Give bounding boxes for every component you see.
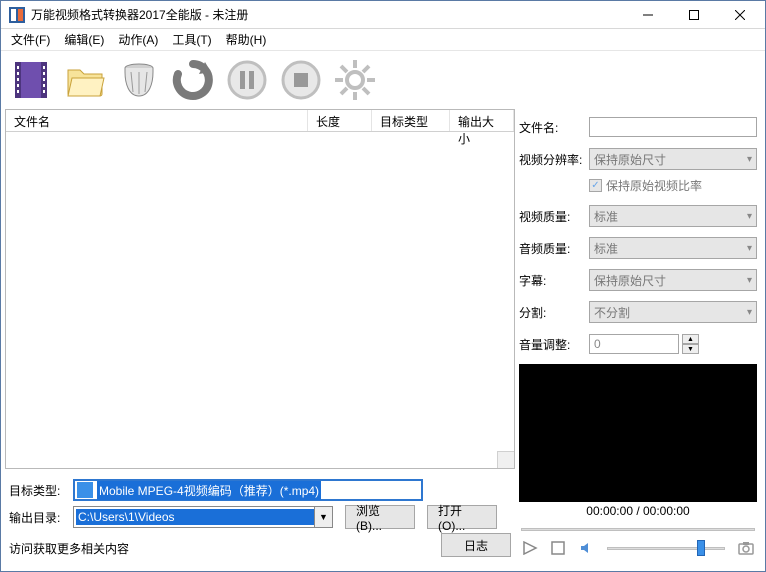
chevron-down-icon[interactable]: ▼ <box>314 507 332 527</box>
window-title: 万能视频格式转换器2017全能版 - 未注册 <box>31 6 625 23</box>
menu-action[interactable]: 动作(A) <box>112 29 164 50</box>
menu-edit[interactable]: 编辑(E) <box>58 29 110 50</box>
title-bar: 万能视频格式转换器2017全能版 - 未注册 <box>1 1 765 29</box>
file-list-panel: 文件名 长度 目标类型 输出大小 <box>5 109 515 469</box>
close-button[interactable] <box>717 1 763 29</box>
chevron-down-icon: ▾ <box>747 211 752 222</box>
chevron-down-icon: ▾ <box>747 275 752 286</box>
aquality-select[interactable]: 标准▾ <box>589 237 757 259</box>
volume-spin-down[interactable]: ▼ <box>682 344 699 354</box>
vquality-select[interactable]: 标准▾ <box>589 205 757 227</box>
resolution-select[interactable]: 保持原始尺寸▾ <box>589 148 757 170</box>
target-type-select[interactable]: Mobile MPEG-4视频编码（推荐）(*.mp4) <box>73 479 423 501</box>
play-icon[interactable] <box>519 538 541 558</box>
delete-button[interactable] <box>115 56 163 104</box>
add-file-button[interactable] <box>7 56 55 104</box>
speaker-icon[interactable] <box>575 538 597 558</box>
scrollbar-corner <box>497 451 514 468</box>
preview-screen <box>519 364 757 502</box>
filename-label: 文件名: <box>519 119 589 136</box>
keep-aspect-checkbox[interactable]: ✓ <box>589 179 602 192</box>
open-button[interactable]: 打开(O)... <box>427 505 497 529</box>
volume-label: 音量调整: <box>519 336 589 353</box>
subtitle-select[interactable]: 保持原始尺寸▾ <box>589 269 757 291</box>
toolbar <box>1 51 765 109</box>
minimize-button[interactable] <box>625 1 671 29</box>
menu-bar: 文件(F) 编辑(E) 动作(A) 工具(T) 帮助(H) <box>1 29 765 51</box>
keep-aspect-label: 保持原始视频比率 <box>606 177 702 194</box>
snapshot-icon[interactable] <box>735 538 757 558</box>
aquality-label: 音频质量: <box>519 240 589 257</box>
chevron-down-icon: ▾ <box>747 243 752 254</box>
log-button[interactable]: 日志 <box>441 533 511 557</box>
preview-panel: 00:00:00 / 00:00:00 <box>519 360 757 560</box>
col-length[interactable]: 长度 <box>308 110 372 131</box>
file-list-body[interactable] <box>6 132 514 468</box>
stop-button[interactable] <box>277 56 325 104</box>
volume-input[interactable] <box>589 334 679 354</box>
preview-time: 00:00:00 / 00:00:00 <box>519 504 757 518</box>
menu-tools[interactable]: 工具(T) <box>166 29 217 50</box>
col-output-size[interactable]: 输出大小 <box>450 110 514 131</box>
list-header: 文件名 长度 目标类型 输出大小 <box>6 110 514 132</box>
output-dir-label: 输出目录: <box>9 509 73 526</box>
format-icon <box>77 482 93 498</box>
properties-panel: 文件名: 视频分辨率: 保持原始尺寸▾ ✓ 保持原始视频比率 视频质量: 标准▾… <box>519 109 765 469</box>
chevron-down-icon: ▾ <box>747 307 752 318</box>
split-label: 分割: <box>519 304 589 321</box>
seek-bar[interactable] <box>521 522 755 536</box>
volume-spin-up[interactable]: ▲ <box>682 334 699 344</box>
target-type-label: 目标类型: <box>9 482 73 499</box>
resolution-label: 视频分辨率: <box>519 151 589 168</box>
chevron-down-icon: ▾ <box>747 154 752 165</box>
filename-input[interactable] <box>589 117 757 137</box>
pause-button[interactable] <box>223 56 271 104</box>
app-icon <box>9 7 25 23</box>
subtitle-label: 字幕: <box>519 272 589 289</box>
col-filename[interactable]: 文件名 <box>6 110 308 131</box>
settings-button[interactable] <box>331 56 379 104</box>
browse-button[interactable]: 浏览(B)... <box>345 505 415 529</box>
menu-help[interactable]: 帮助(H) <box>220 29 273 50</box>
output-dir-value: C:\Users\1\Videos <box>76 509 314 525</box>
menu-file[interactable]: 文件(F) <box>5 29 56 50</box>
open-folder-button[interactable] <box>61 56 109 104</box>
target-type-value: Mobile MPEG-4视频编码（推荐）(*.mp4) <box>97 481 321 500</box>
more-link[interactable]: 访问获取更多相关内容 <box>9 540 129 557</box>
split-select[interactable]: 不分割▾ <box>589 301 757 323</box>
stop-icon[interactable] <box>547 538 569 558</box>
convert-button[interactable] <box>169 56 217 104</box>
vquality-label: 视频质量: <box>519 208 589 225</box>
volume-slider[interactable] <box>603 540 729 556</box>
maximize-button[interactable] <box>671 1 717 29</box>
col-target-type[interactable]: 目标类型 <box>372 110 450 131</box>
output-dir-combo[interactable]: C:\Users\1\Videos ▼ <box>73 506 333 528</box>
